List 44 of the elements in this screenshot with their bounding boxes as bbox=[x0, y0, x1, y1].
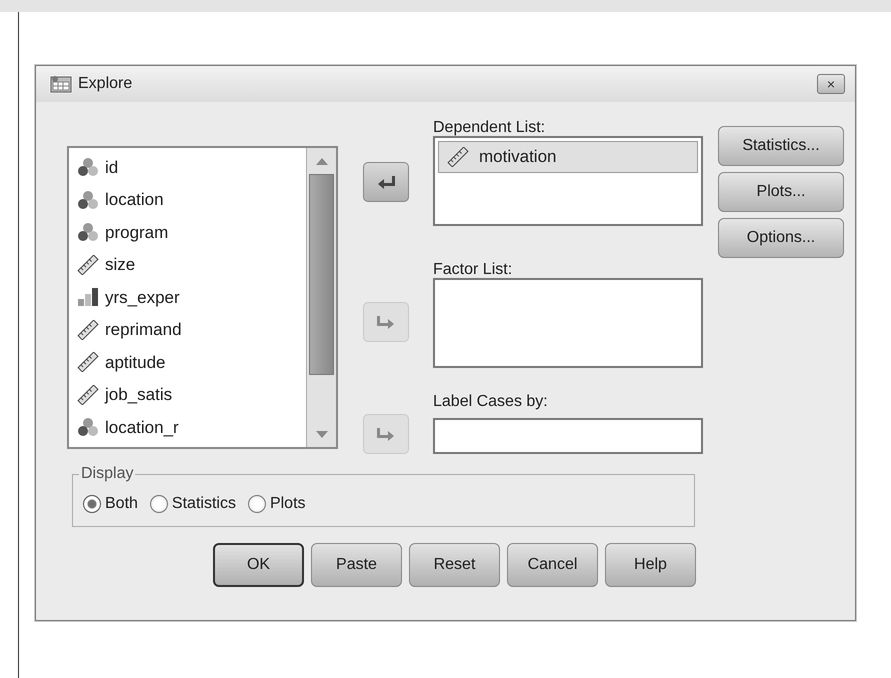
dialog-button[interactable]: Paste bbox=[311, 543, 402, 588]
scroll-down-icon[interactable] bbox=[316, 430, 328, 438]
radio-label[interactable]: Statistics bbox=[172, 492, 236, 516]
scroll-thumb[interactable] bbox=[309, 174, 334, 375]
label-cases-field[interactable] bbox=[433, 418, 703, 454]
radio-label[interactable]: Both bbox=[105, 492, 138, 516]
dialog-button[interactable]: Help bbox=[605, 543, 696, 588]
window-title: Explore bbox=[78, 74, 132, 94]
variable-item[interactable]: location bbox=[105, 187, 164, 212]
nominal-variable-icon bbox=[77, 190, 99, 210]
factor-list-box[interactable] bbox=[433, 278, 703, 368]
scrollbar[interactable] bbox=[306, 148, 336, 447]
radio-button[interactable] bbox=[83, 495, 101, 513]
nominal-variable-icon bbox=[77, 417, 99, 438]
bar-chart-icon bbox=[77, 287, 99, 308]
variable-item[interactable]: program bbox=[105, 220, 168, 245]
dialog-button[interactable]: Reset bbox=[409, 543, 500, 588]
dialog-button[interactable]: Plots... bbox=[718, 172, 844, 212]
field-label: Dependent List: bbox=[433, 118, 546, 136]
nominal-variable-icon bbox=[77, 157, 99, 178]
move-button[interactable] bbox=[362, 162, 408, 202]
variable-item[interactable]: job_satis bbox=[105, 382, 172, 408]
radio-button[interactable] bbox=[150, 495, 168, 513]
nominal-variable-icon bbox=[77, 222, 99, 242]
field-label: Label Cases by: bbox=[433, 392, 549, 410]
radio-label[interactable]: Plots bbox=[270, 492, 306, 516]
variable-item[interactable]: yrs_exper bbox=[105, 284, 180, 310]
variable-item[interactable]: reprimand bbox=[105, 317, 182, 342]
app-icon bbox=[50, 74, 72, 94]
variable-item[interactable]: aptitude bbox=[105, 350, 166, 375]
variable-item[interactable]: id bbox=[105, 154, 118, 180]
variable-item[interactable]: location_r bbox=[105, 414, 179, 440]
radio-button[interactable] bbox=[248, 495, 266, 513]
variable-item[interactable]: size bbox=[105, 252, 136, 278]
dependent-list-box[interactable]: motivation bbox=[433, 136, 703, 226]
dialog-button[interactable]: Cancel bbox=[507, 543, 598, 588]
field-label: Factor List: bbox=[433, 260, 514, 278]
variable-item[interactable]: motivation bbox=[438, 141, 698, 172]
dialog-button[interactable]: OK bbox=[213, 543, 304, 588]
dialog-button[interactable]: Statistics... bbox=[718, 126, 844, 166]
close-button[interactable]: × bbox=[817, 74, 845, 94]
group-label: Display bbox=[79, 464, 136, 484]
dialog-button[interactable]: Options... bbox=[718, 218, 844, 258]
scroll-up-icon[interactable] bbox=[316, 158, 328, 164]
